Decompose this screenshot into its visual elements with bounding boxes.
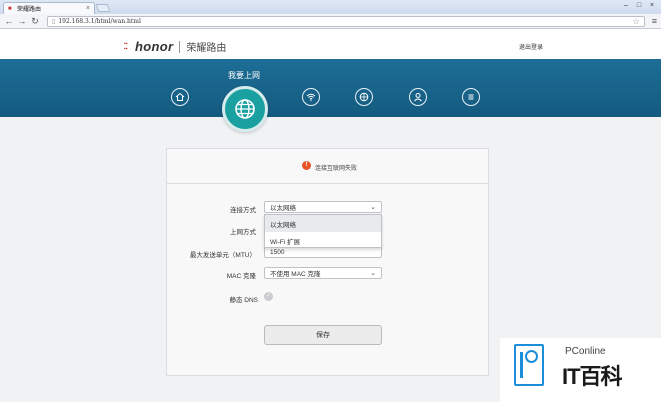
warning-icon: ! xyxy=(302,161,311,170)
watermark-brand: PConline xyxy=(565,346,606,357)
internet-globe-icon[interactable] xyxy=(222,86,268,132)
mac-clone-label: MAC 克隆 xyxy=(226,273,256,280)
user-icon[interactable] xyxy=(409,88,427,106)
save-button[interactable]: 保存 xyxy=(264,325,382,345)
section-title: 我要上网 xyxy=(228,71,260,80)
more-menu-icon[interactable] xyxy=(462,88,480,106)
address-bar[interactable]: ▯ 192.168.3.1/html/wan.html ☆ xyxy=(47,15,645,27)
logo: ▪▪ ▪▪ honor 荣耀路由 xyxy=(124,39,226,54)
home-icon[interactable] xyxy=(171,88,189,106)
static-dns-label: 静态 DNS xyxy=(229,297,258,304)
product-name: 荣耀路由 xyxy=(186,43,227,54)
watermark-logo-bar xyxy=(520,352,523,378)
tab-title: 荣耀路由 xyxy=(17,7,42,13)
mtu-value: 1500 xyxy=(270,248,285,256)
network-icon[interactable] xyxy=(355,88,373,106)
watermark-logo-circle xyxy=(525,350,538,363)
page-header: ▪▪ ▪▪ honor 荣耀路由 退出登录 xyxy=(0,30,661,59)
url-text[interactable]: 192.168.3.1/html/wan.html xyxy=(58,18,632,25)
close-icon[interactable]: × xyxy=(86,5,90,12)
reload-icon[interactable]: ↻ xyxy=(30,16,40,26)
connection-type-value: 以太网络 xyxy=(270,205,296,212)
brand-name: honor xyxy=(135,39,174,54)
back-arrow-icon[interactable]: ← xyxy=(4,16,14,26)
window-controls: – □ × xyxy=(621,1,657,10)
logo-divider xyxy=(179,40,181,53)
browser-menu-icon[interactable]: ≡ xyxy=(652,16,657,26)
chevron-down-icon: ⌄ xyxy=(370,204,376,211)
connection-type-dropdown[interactable]: 以太网络 Wi-Fi 扩展 xyxy=(264,214,382,248)
main-nav-banner: 我要上网 xyxy=(0,59,661,117)
watermark-name: IT百科 xyxy=(562,364,623,389)
maximize-icon[interactable]: □ xyxy=(634,1,644,10)
bookmark-star-icon[interactable]: ☆ xyxy=(633,17,640,26)
forward-arrow-icon[interactable]: → xyxy=(17,16,27,26)
logout-link[interactable]: 退出登录 xyxy=(519,42,543,51)
page-icon: ▯ xyxy=(52,18,56,25)
connection-type-label: 连接方式 xyxy=(230,207,256,214)
dropdown-option[interactable]: Wi-Fi 扩展 xyxy=(265,232,381,249)
favicon-icon: ■ xyxy=(8,5,12,12)
browser-tab[interactable]: ■ 荣耀路由 × xyxy=(3,2,95,14)
static-dns-toggle[interactable]: ✓ xyxy=(264,292,273,301)
chevron-down-icon: ⌄ xyxy=(370,270,376,277)
new-tab-button[interactable] xyxy=(95,4,111,12)
window-close-icon[interactable]: × xyxy=(647,1,657,10)
minimize-icon[interactable]: – xyxy=(621,1,631,10)
mtu-label: 最大发送单元（MTU） xyxy=(189,252,256,259)
browser-tab-bar: ■ 荣耀路由 × – □ × xyxy=(0,0,661,14)
mac-clone-value: 不使用 MAC 克隆 xyxy=(270,271,321,278)
honor-logo-mark: ▪▪ ▪▪ xyxy=(124,41,128,52)
internet-mode-label: 上网方式 xyxy=(230,229,256,236)
status-message: 连接互联网失败 xyxy=(315,166,358,172)
wifi-icon[interactable] xyxy=(302,88,320,106)
mac-clone-select[interactable]: 不使用 MAC 克隆 ⌄ xyxy=(264,267,382,279)
dropdown-option[interactable]: 以太网络 xyxy=(265,215,381,232)
browser-toolbar: ← → ↻ ▯ 192.168.3.1/html/wan.html ☆ ≡ xyxy=(0,14,661,29)
connection-type-select[interactable]: 以太网络 ⌄ xyxy=(264,201,382,213)
